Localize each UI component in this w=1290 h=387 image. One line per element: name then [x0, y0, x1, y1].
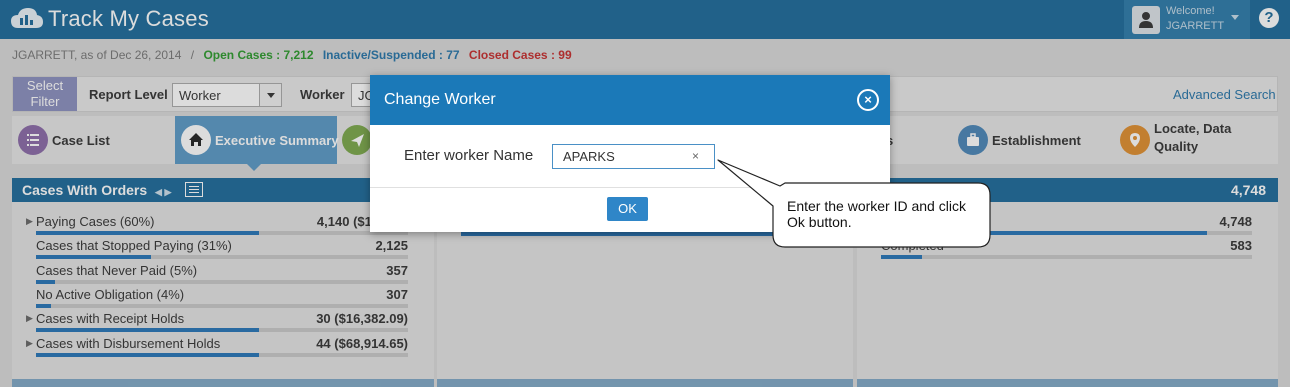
callout-bubble — [717, 159, 991, 248]
callout-text: Enter the worker ID and click Ok button. — [787, 198, 966, 230]
